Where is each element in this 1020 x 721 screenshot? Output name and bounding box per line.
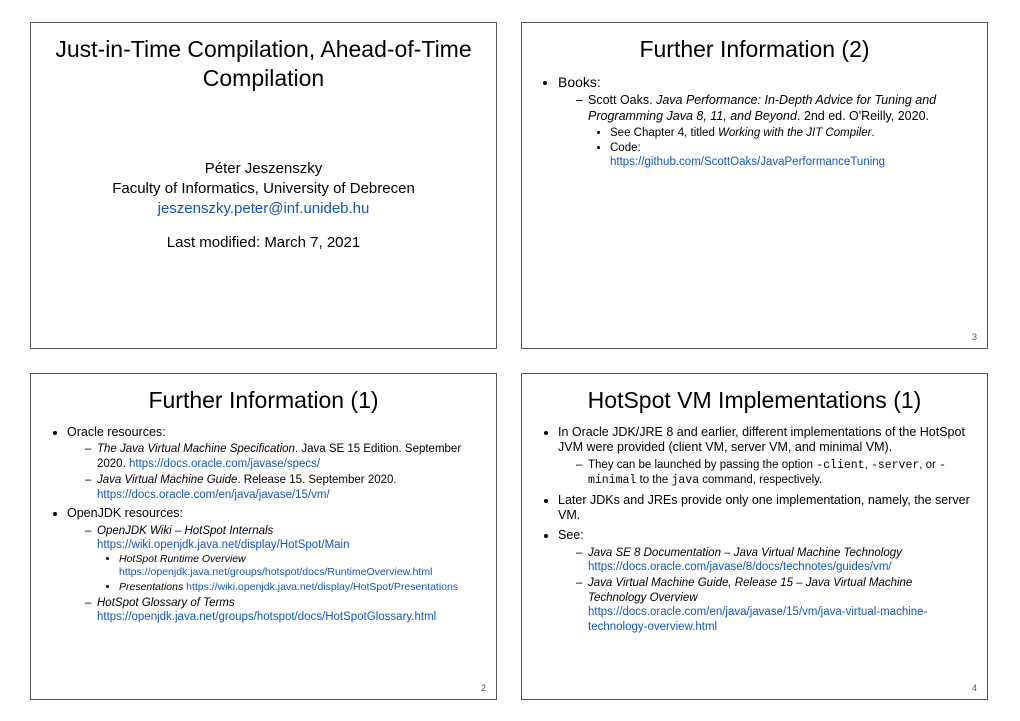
text: . Release 15. September 2020. bbox=[237, 474, 396, 486]
chapter-title: Working with the JIT Compiler bbox=[718, 127, 871, 139]
link[interactable]: https://docs.oracle.com/en/java/javase/1… bbox=[588, 606, 927, 632]
oracle-label: Oracle resources: bbox=[67, 425, 166, 439]
list-item: OpenJDK Wiki – HotSpot Internals https:/… bbox=[85, 524, 482, 594]
slide-2: Further Information (1) Oracle resources… bbox=[30, 373, 497, 700]
doc-title: HotSpot Runtime Overview bbox=[119, 553, 246, 565]
text: . 2nd ed. O'Reilly, 2020. bbox=[797, 109, 929, 123]
code-text: java bbox=[671, 474, 699, 487]
last-modified: Last modified: March 7, 2021 bbox=[45, 233, 482, 253]
doc-title: Presentations bbox=[119, 581, 186, 593]
link[interactable]: https://docs.oracle.com/javase/8/docs/te… bbox=[588, 561, 892, 573]
doc-title: Java Virtual Machine Guide bbox=[97, 474, 237, 486]
see-label: See: bbox=[558, 528, 584, 542]
doc-title: Java Virtual Machine Guide, Release 15 –… bbox=[588, 577, 912, 603]
slide-title: Just-in-Time Compilation, Ahead-of-Time … bbox=[45, 35, 482, 93]
list-item: Java SE 8 Documentation – Java Virtual M… bbox=[576, 546, 973, 575]
list-item: Java Virtual Machine Guide, Release 15 –… bbox=[576, 576, 973, 634]
list-item: Presentations https://wiki.openjdk.java.… bbox=[119, 581, 482, 594]
bullet-list: Oracle resources: The Java Virtual Machi… bbox=[45, 425, 482, 625]
doc-title: Java SE 8 Documentation – Java Virtual M… bbox=[588, 547, 902, 559]
list-item: The Java Virtual Machine Specification. … bbox=[85, 442, 482, 471]
list-item: Later JDKs and JREs provide only one imp… bbox=[558, 493, 973, 524]
list-item: OpenJDK resources: OpenJDK Wiki – HotSpo… bbox=[67, 506, 482, 625]
handout-sheet: Just-in-Time Compilation, Ahead-of-Time … bbox=[0, 0, 1020, 721]
list-item: In Oracle JDK/JRE 8 and earlier, differe… bbox=[558, 425, 973, 489]
email-link[interactable]: jeszenszky.peter@inf.unideb.hu bbox=[45, 199, 482, 219]
text: to the bbox=[636, 474, 671, 486]
list-item: Oracle resources: The Java Virtual Machi… bbox=[67, 425, 482, 502]
doc-title: The Java Virtual Machine Specification bbox=[97, 443, 295, 455]
slide-4: HotSpot VM Implementations (1) In Oracle… bbox=[521, 373, 988, 700]
list-item: Code: https://github.com/ScottOaks/JavaP… bbox=[610, 141, 973, 170]
books-label: Books: bbox=[558, 74, 601, 90]
code-text: -server bbox=[871, 459, 919, 472]
slide-1: Just-in-Time Compilation, Ahead-of-Time … bbox=[30, 22, 497, 349]
list-item: HotSpot Glossary of Terms https://openjd… bbox=[85, 596, 482, 625]
list-item: Java Virtual Machine Guide. Release 15. … bbox=[85, 473, 482, 502]
text: Later JDKs and JREs provide only one imp… bbox=[558, 493, 970, 523]
doc-title: OpenJDK Wiki – HotSpot Internals bbox=[97, 525, 273, 537]
slide-title: HotSpot VM Implementations (1) bbox=[536, 386, 973, 415]
page-number: 2 bbox=[481, 683, 486, 693]
bullet-list: Books: Scott Oaks. Java Performance: In-… bbox=[536, 74, 973, 170]
link[interactable]: https://openjdk.java.net/groups/hotspot/… bbox=[119, 566, 432, 578]
list-item: Books: Scott Oaks. Java Performance: In-… bbox=[558, 74, 973, 170]
text: In Oracle JDK/JRE 8 and earlier, differe… bbox=[558, 425, 965, 455]
page-number: 3 bbox=[972, 332, 977, 342]
list-item: They can be launched by passing the opti… bbox=[576, 458, 973, 489]
author: Péter Jeszenszky bbox=[45, 159, 482, 179]
list-item: HotSpot Runtime Overview https://openjdk… bbox=[119, 553, 482, 579]
text: They can be launched by passing the opti… bbox=[588, 459, 816, 471]
text: command, respectively. bbox=[699, 474, 822, 486]
link[interactable]: https://wiki.openjdk.java.net/display/Ho… bbox=[97, 539, 350, 551]
text: , or bbox=[919, 459, 939, 471]
page-number: 4 bbox=[972, 683, 977, 693]
link[interactable]: https://wiki.openjdk.java.net/display/Ho… bbox=[186, 581, 458, 593]
text: See Chapter 4, titled bbox=[610, 127, 718, 139]
openjdk-label: OpenJDK resources: bbox=[67, 506, 183, 520]
link[interactable]: https://openjdk.java.net/groups/hotspot/… bbox=[97, 611, 436, 623]
code-label: Code: bbox=[610, 142, 641, 154]
list-item: See: Java SE 8 Documentation – Java Virt… bbox=[558, 528, 973, 634]
slide-title: Further Information (1) bbox=[45, 386, 482, 415]
list-item: Scott Oaks. Java Performance: In-Depth A… bbox=[576, 93, 973, 169]
link[interactable]: https://docs.oracle.com/javase/specs/ bbox=[129, 458, 320, 470]
text: . bbox=[871, 127, 874, 139]
link[interactable]: https://docs.oracle.com/en/java/javase/1… bbox=[97, 489, 330, 501]
list-item: See Chapter 4, titled Working with the J… bbox=[610, 126, 973, 140]
slide-title: Further Information (2) bbox=[536, 35, 973, 64]
text: Scott Oaks. bbox=[588, 93, 656, 107]
bullet-list: In Oracle JDK/JRE 8 and earlier, differe… bbox=[536, 425, 973, 634]
affiliation: Faculty of Informatics, University of De… bbox=[45, 179, 482, 199]
code-link[interactable]: https://github.com/ScottOaks/JavaPerform… bbox=[610, 156, 885, 168]
slide-3: Further Information (2) Books: Scott Oak… bbox=[521, 22, 988, 349]
title-meta: Péter Jeszenszky Faculty of Informatics,… bbox=[45, 159, 482, 254]
code-text: -client bbox=[816, 459, 864, 472]
doc-title: HotSpot Glossary of Terms bbox=[97, 597, 235, 609]
